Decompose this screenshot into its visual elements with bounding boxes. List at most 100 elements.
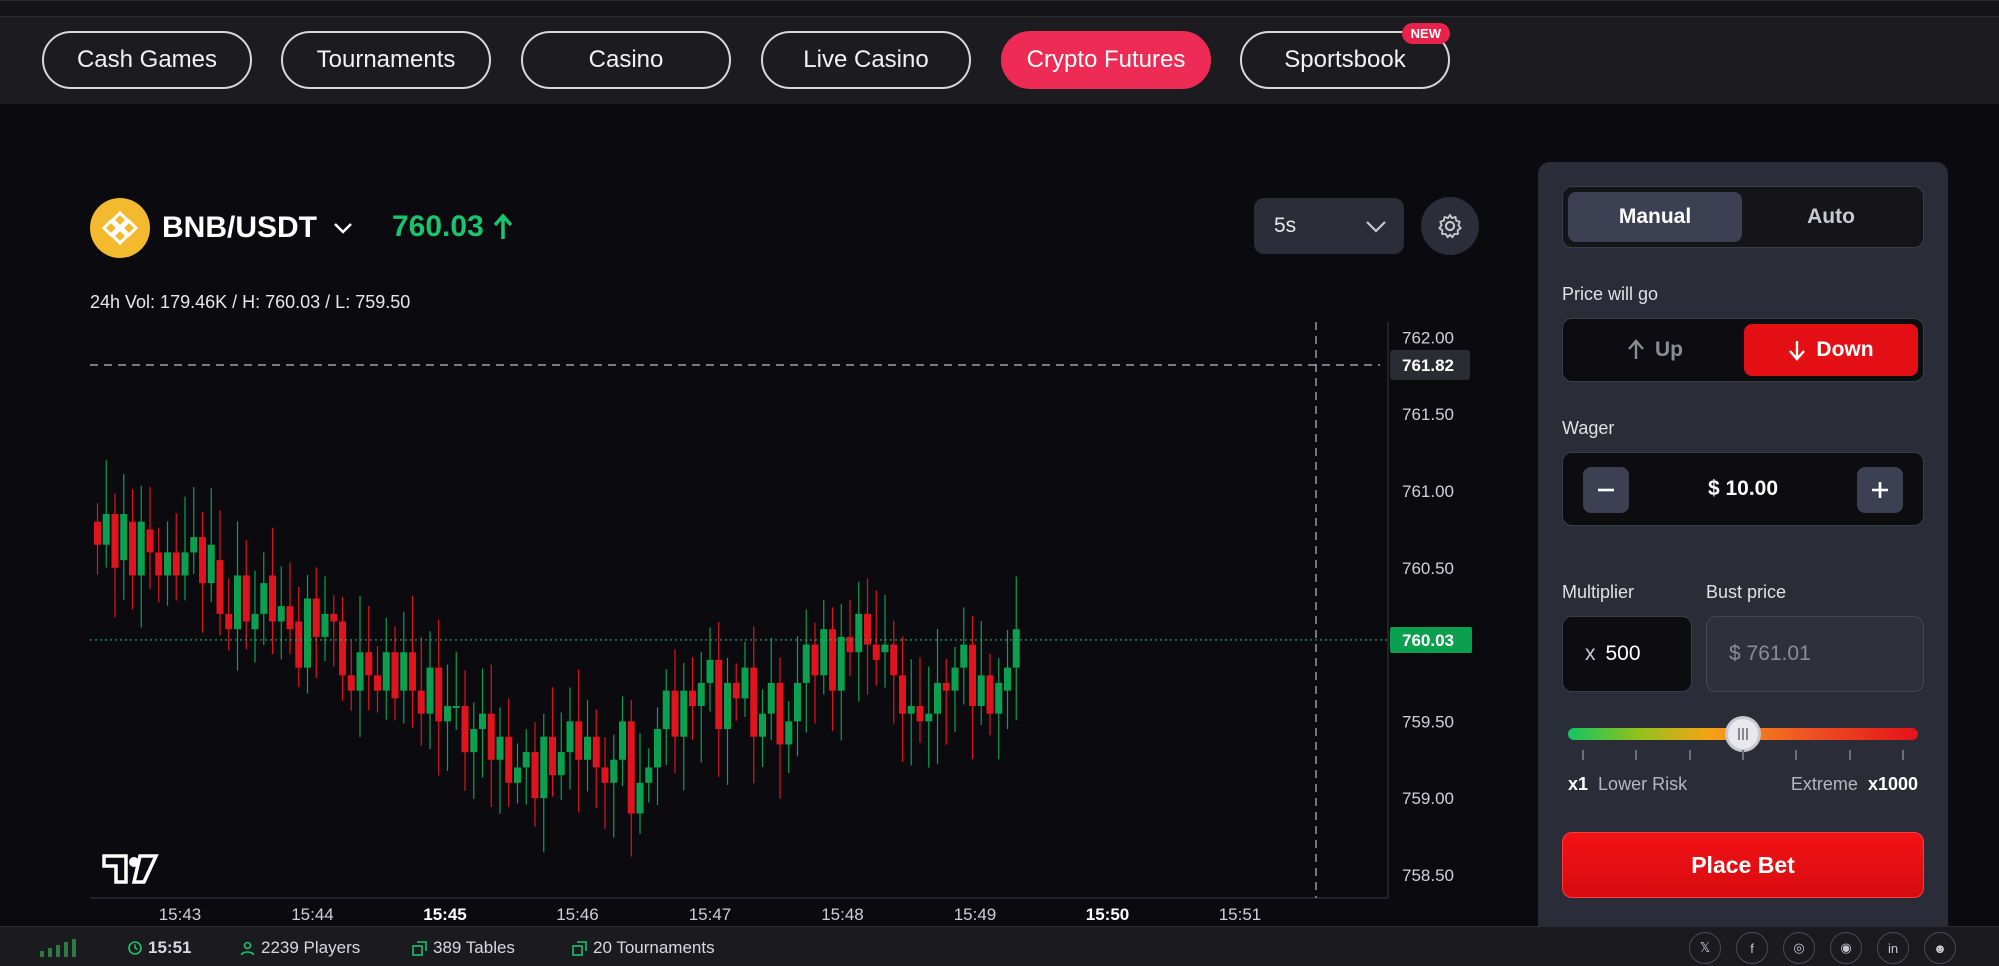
candle-body (286, 606, 294, 630)
risk-slider[interactable] (1568, 716, 1918, 752)
x-tick-label: 15:45 (423, 905, 466, 924)
slider-handle[interactable] (1725, 716, 1761, 752)
candle-body (260, 583, 268, 614)
place-bet-button[interactable]: Place Bet (1562, 832, 1924, 898)
candle-body (890, 644, 898, 676)
user-icon (240, 941, 255, 955)
candle-body (969, 644, 976, 706)
facebook-icon[interactable]: f (1736, 932, 1768, 964)
candle-body (190, 537, 198, 553)
candle-body (417, 690, 425, 714)
down-button[interactable]: Down (1744, 324, 1918, 376)
candle-body (400, 652, 408, 691)
tables-icon (412, 940, 427, 956)
tournaments-count: 20 Tournaments (593, 938, 715, 957)
y-tick-label: 760.50 (1402, 559, 1454, 578)
reddit-icon[interactable]: ☻ (1924, 932, 1956, 964)
candle-body (207, 544, 215, 584)
max-multiplier: x1000 (1867, 774, 1918, 794)
candle-body (986, 675, 994, 714)
candle-body (995, 682, 1003, 714)
x-icon[interactable]: 𝕏 (1689, 932, 1721, 964)
candle-body (662, 690, 670, 730)
candle-body (636, 782, 644, 814)
candle-body (347, 675, 355, 691)
price-chart[interactable]: 762.00 761.50 761.00 760.50 759.50 759.00 758.… (0, 0, 1500, 926)
candle-body (960, 644, 968, 668)
candle-body (741, 667, 749, 699)
candle-body (951, 667, 959, 691)
candle-body (592, 736, 600, 768)
candle-body (199, 537, 206, 584)
candle-body (146, 529, 154, 553)
increase-wager-button[interactable] (1857, 467, 1903, 513)
direction-label: Price will go (1562, 284, 1659, 304)
candle-body (234, 575, 241, 630)
candle-body (330, 613, 338, 622)
candle-body (277, 606, 285, 622)
arrow-down-icon (1789, 341, 1806, 361)
candle-body (514, 767, 521, 783)
x-tick-label: 15:47 (689, 905, 732, 924)
x-tick-label: 15:44 (291, 905, 334, 924)
down-label: Down (1816, 338, 1874, 361)
bust-price-value: $ 761.01 (1729, 642, 1811, 665)
tab-manual[interactable]: Manual (1568, 192, 1742, 242)
candle-body (487, 713, 495, 760)
footer-tournaments: 20 Tournaments (572, 938, 715, 958)
up-button[interactable]: Up (1568, 324, 1742, 376)
candle-body (374, 675, 381, 691)
candle-body (654, 729, 661, 768)
wager-field[interactable]: $ 10.00 (1562, 452, 1924, 526)
discord-icon[interactable]: ◉ (1830, 932, 1862, 964)
multiplier-input[interactable]: x 500 (1562, 616, 1692, 692)
candle-body (505, 736, 513, 783)
candle-body (181, 552, 189, 576)
candle-body (452, 706, 460, 708)
candle-body (566, 721, 574, 753)
y-tick-label: 759.00 (1402, 789, 1454, 808)
min-risk-label: x1 Lower Risk (1568, 774, 1687, 795)
candle-body (680, 690, 688, 737)
candle-body (382, 652, 390, 691)
min-risk-text: Lower Risk (1598, 774, 1688, 794)
candle-body (470, 729, 478, 753)
tradingview-logo (102, 854, 159, 884)
candle-body (111, 514, 119, 568)
candle-body (461, 706, 469, 753)
instagram-icon[interactable]: ◎ (1783, 932, 1815, 964)
candle-body (601, 767, 609, 783)
slider-ticks (1582, 750, 1904, 762)
y-tick-label: 762.00 (1402, 328, 1454, 347)
candle-body (216, 560, 224, 614)
footer-tables: 389 Tables (412, 938, 515, 958)
crosshair-price-label: 761.82 (1402, 356, 1454, 375)
candle-body (312, 598, 320, 637)
candle-body (295, 621, 303, 668)
candle-body (1004, 667, 1011, 691)
bust-price-field: $ 761.01 (1706, 616, 1924, 692)
candle-body (391, 652, 399, 699)
candle-body (671, 690, 679, 737)
candle-body (907, 706, 915, 714)
tables-count: 389 Tables (433, 938, 515, 957)
max-risk-label: Extreme x1000 (1791, 774, 1918, 795)
mode-tabs: Manual Auto (1562, 186, 1924, 248)
candle-body (575, 721, 583, 760)
candle-body (750, 667, 758, 737)
candle-body (120, 514, 128, 561)
linkedin-icon[interactable]: in (1877, 932, 1909, 964)
tab-auto[interactable]: Auto (1744, 192, 1918, 242)
current-price-label: 760.03 (1402, 631, 1454, 650)
candle-body (872, 644, 880, 660)
candle-body (426, 667, 434, 714)
candle-body (269, 575, 276, 622)
candle-body (925, 713, 933, 722)
candle-body (785, 721, 793, 745)
candle-body (540, 736, 548, 799)
candle-body (225, 613, 233, 630)
candle-body (549, 736, 556, 776)
candle-body (645, 767, 653, 783)
x-tick-label: 15:43 (159, 905, 202, 924)
y-tick-label: 759.50 (1402, 712, 1454, 731)
